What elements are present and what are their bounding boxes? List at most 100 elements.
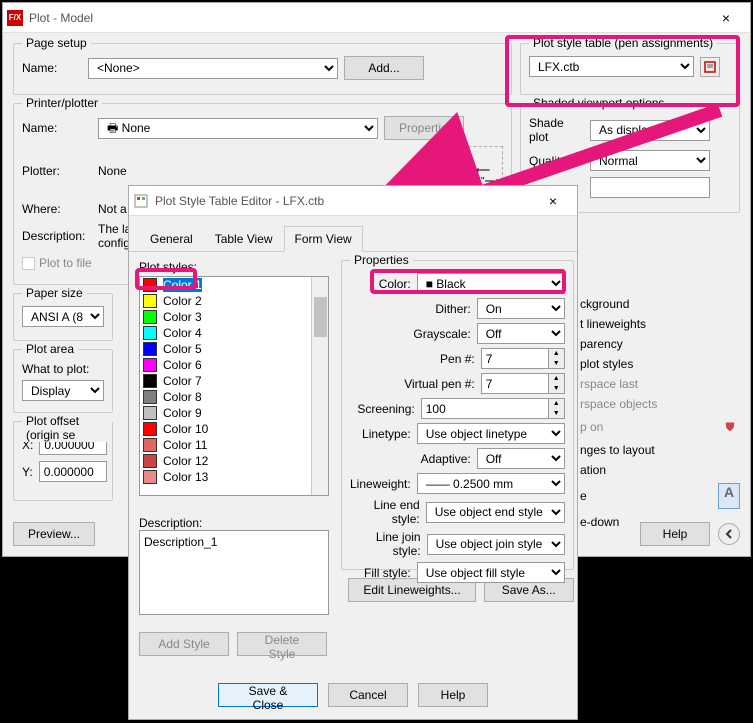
paper-size-select[interactable]: ANSI A (8.50 x 11	[22, 306, 104, 327]
description-label: Description:	[139, 516, 329, 530]
label: Y:	[22, 465, 33, 479]
list-item-label: Color 6	[163, 358, 202, 372]
window-title: Plot - Model	[29, 11, 706, 25]
close-button[interactable]: ×	[706, 10, 746, 26]
label: Quality	[529, 154, 584, 168]
end-style-select[interactable]: Use object end style	[426, 502, 565, 523]
editor-title: Plot Style Table Editor - LFX.ctb	[155, 194, 533, 208]
list-item[interactable]: Color 3	[140, 309, 328, 325]
add-button[interactable]: Add...	[344, 56, 424, 80]
shade-plot-select[interactable]: As displayed	[590, 120, 710, 141]
join-style-select[interactable]: Use object join style	[427, 534, 565, 555]
help-button[interactable]: Help	[640, 522, 710, 546]
adaptive-select[interactable]: Off	[477, 448, 565, 469]
printer-group: Printer/plotter	[22, 96, 102, 110]
list-item-label: Color 5	[163, 342, 202, 356]
option-text: parency	[580, 337, 740, 351]
dither-select[interactable]: On	[477, 298, 565, 319]
stamp-icon[interactable]: ⛊	[720, 417, 740, 437]
list-item[interactable]: Color 9	[140, 405, 328, 421]
list-item-label: Color 11	[163, 438, 207, 452]
color-select[interactable]: ■ Black	[417, 273, 565, 294]
label: Screening:	[357, 402, 414, 416]
option-text: ation	[580, 463, 740, 477]
color-swatch-icon	[143, 310, 157, 324]
offset-y-input[interactable]	[39, 461, 107, 482]
color-swatch-icon	[143, 326, 157, 340]
tab-table-view[interactable]: Table View	[204, 226, 284, 252]
screening-spinner[interactable]: ▲▼	[421, 398, 565, 419]
fill-style-select[interactable]: Use object fill style	[417, 562, 565, 583]
list-item-label: Color 8	[163, 390, 202, 404]
what-to-plot-select[interactable]: Display	[22, 380, 104, 401]
pen-spinner[interactable]: ▲▼	[481, 348, 565, 369]
help-button[interactable]: Help	[418, 683, 488, 707]
label: Fill style:	[364, 566, 411, 580]
label: Where:	[22, 202, 92, 216]
list-item-label: Color 4	[163, 326, 202, 340]
list-item[interactable]: Color 10	[140, 421, 328, 437]
list-item[interactable]: Color 8	[140, 389, 328, 405]
collapse-icon[interactable]	[718, 523, 740, 545]
app-icon: F/X	[7, 10, 23, 26]
plot-to-file-checkbox: Plot to file	[22, 256, 92, 270]
edit-plot-style-icon[interactable]	[700, 57, 720, 77]
list-item-label: Color 9	[163, 406, 202, 420]
list-item[interactable]: Color 2	[140, 293, 328, 309]
list-item[interactable]: Color 11	[140, 437, 328, 453]
plotter-value: None	[98, 164, 127, 178]
printer-name-select[interactable]: 🖶 None	[98, 118, 378, 139]
list-item[interactable]: Color 4	[140, 325, 328, 341]
add-style-button: Add Style	[139, 632, 229, 656]
scrollbar[interactable]	[311, 277, 328, 495]
list-item[interactable]: Color 1	[140, 277, 328, 293]
shaded-group: Shaded viewport options	[529, 96, 668, 110]
grayscale-select[interactable]: Off	[477, 323, 565, 344]
tab-general[interactable]: General	[139, 226, 204, 252]
plot-styles-list[interactable]: Color 1Color 2Color 3Color 4 Color 5 Color…	[139, 276, 329, 496]
list-item[interactable]: Color 7	[140, 373, 328, 389]
label: Virtual pen #:	[404, 377, 475, 391]
tab-form-view[interactable]: Form View	[284, 226, 363, 252]
plot-style-table-select[interactable]: LFX.ctb	[529, 56, 694, 77]
color-swatch-icon	[143, 422, 157, 436]
color-swatch-icon	[143, 390, 157, 404]
plot-styles-label: Plot styles:	[139, 260, 329, 274]
color-swatch-icon	[143, 278, 157, 292]
description-textarea[interactable]	[139, 530, 329, 615]
list-item[interactable]: Color 12	[140, 453, 328, 469]
cancel-button[interactable]: Cancel	[328, 683, 408, 707]
list-item[interactable]: Color 5	[140, 341, 328, 357]
linetype-select[interactable]: Use object linetype	[417, 423, 565, 444]
editor-close-button[interactable]: ×	[533, 193, 573, 209]
option-text: p on	[580, 420, 603, 434]
properties-button: Properties...	[384, 116, 464, 140]
label: Name:	[22, 61, 82, 75]
orientation-icon: A	[718, 483, 740, 509]
label: Line join style:	[350, 530, 421, 558]
list-item[interactable]: Color 6	[140, 357, 328, 373]
list-item-label: Color 12	[163, 454, 208, 468]
page-setup-group: Page setup	[22, 36, 91, 50]
label: Plotter:	[22, 164, 92, 178]
list-item[interactable]: Color 13	[140, 469, 328, 485]
dpi-input[interactable]	[590, 177, 710, 198]
color-swatch-icon	[143, 454, 157, 468]
page-setup-name-select[interactable]: <None>	[88, 58, 338, 79]
plot-area-group: Plot area	[22, 342, 78, 356]
color-swatch-icon	[143, 406, 157, 420]
quality-select[interactable]: Normal	[590, 150, 710, 171]
label: Adaptive:	[421, 452, 471, 466]
option-text: ckground	[580, 297, 740, 311]
label: Grayscale:	[413, 327, 470, 341]
list-item-label: Color 13	[163, 470, 208, 484]
lineweight-select[interactable]: —— 0.2500 mm	[417, 473, 565, 494]
save-close-button[interactable]: Save & Close	[218, 683, 318, 707]
color-swatch-icon	[143, 358, 157, 372]
option-text: nges to layout	[580, 443, 740, 457]
virtual-pen-spinner[interactable]: ▲▼	[481, 373, 565, 394]
option-text: rspace last	[580, 377, 740, 391]
preview-button[interactable]: Preview...	[13, 522, 95, 546]
color-swatch-icon	[143, 294, 157, 308]
label: Line end style:	[350, 498, 420, 526]
